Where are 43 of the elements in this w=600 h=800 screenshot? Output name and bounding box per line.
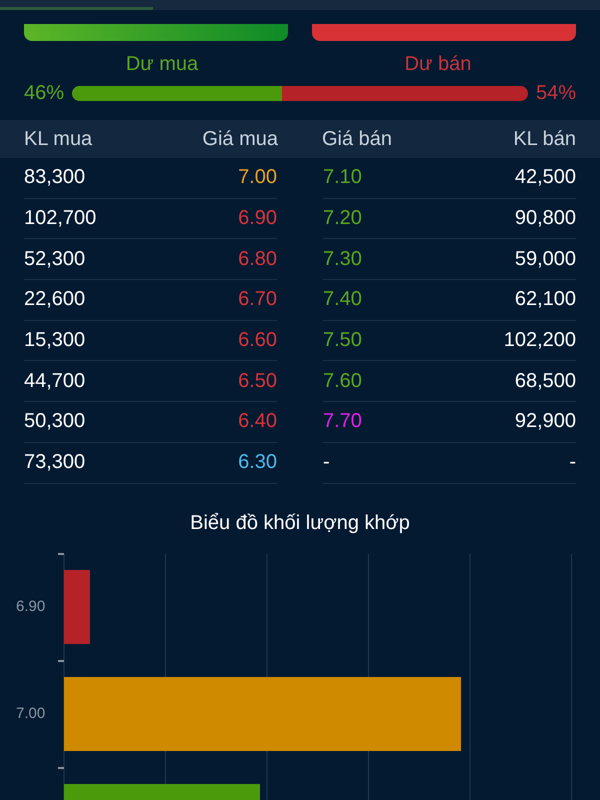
table-cell: 15,300 bbox=[24, 329, 86, 352]
column-header: KL bán bbox=[512, 128, 576, 150]
table-cell: 7.70 bbox=[323, 410, 362, 434]
sell-percent: 54% bbox=[536, 82, 576, 104]
table-cell: 6.60 bbox=[238, 329, 277, 352]
table-cell: 7.00 bbox=[238, 166, 277, 190]
table-cell: 50,300 bbox=[24, 410, 86, 434]
table-cell: 6.70 bbox=[238, 288, 277, 312]
table-cell: 6.50 bbox=[238, 370, 277, 393]
table-cell: 59,000 bbox=[514, 248, 576, 271]
table-cell: - bbox=[323, 451, 330, 474]
table-cell: 7.60 bbox=[323, 370, 362, 393]
table-cell: 42,500 bbox=[514, 166, 576, 190]
column-header: Giá bán bbox=[321, 128, 394, 150]
sell-surplus-label: Dư bán bbox=[404, 53, 472, 76]
axis-label: 6.90 bbox=[16, 598, 46, 614]
table-cell: 6.90 bbox=[238, 207, 277, 230]
table-cell: 7.20 bbox=[323, 207, 362, 230]
table-cell: 7.50 bbox=[323, 329, 362, 352]
buy-percent: 46% bbox=[24, 82, 64, 104]
table-cell: 68,500 bbox=[514, 370, 576, 393]
chart-title: Biểu đồ khối lượng khớp bbox=[189, 512, 411, 536]
table-cell: 7.10 bbox=[323, 166, 362, 190]
column-header: KL mua bbox=[24, 128, 94, 150]
table-cell: 44,700 bbox=[24, 370, 86, 393]
table-cell: 7.40 bbox=[323, 288, 362, 312]
buy-surplus-label: Dư mua bbox=[124, 53, 200, 76]
table-cell: 52,300 bbox=[24, 248, 86, 271]
axis-label: 7.00 bbox=[16, 704, 46, 722]
table-cell: 62,100 bbox=[514, 288, 576, 312]
table-cell: 92,900 bbox=[514, 410, 576, 434]
table-cell: 83,300 bbox=[24, 166, 86, 190]
table-cell: 6.80 bbox=[238, 248, 277, 271]
column-header: Giá mua bbox=[201, 128, 279, 150]
table-cell: 102,200 bbox=[504, 329, 576, 352]
table-cell: - bbox=[569, 451, 576, 474]
table-cell: 102,700 bbox=[24, 207, 96, 230]
table-cell: 90,800 bbox=[514, 207, 576, 230]
table-cell: 7.30 bbox=[323, 248, 362, 271]
table-cell: 22,600 bbox=[24, 288, 86, 312]
table-cell: 6.30 bbox=[238, 451, 277, 474]
table-cell: 73,300 bbox=[24, 451, 86, 474]
table-cell: 6.40 bbox=[238, 410, 277, 434]
